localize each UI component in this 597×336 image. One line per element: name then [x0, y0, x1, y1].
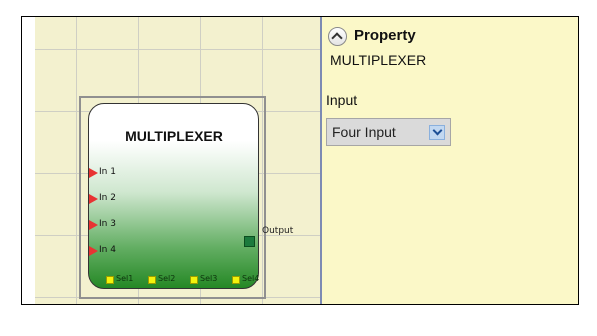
input-label-1: In 1 — [99, 167, 116, 177]
output-port-icon[interactable] — [244, 236, 255, 247]
selector-port-1-icon[interactable] — [106, 276, 114, 284]
property-header: Property — [354, 27, 416, 44]
selector-port-2-icon[interactable] — [148, 276, 156, 284]
input-port-2-icon[interactable] — [89, 194, 98, 204]
property-panel: Property MULTIPLEXER Input Four Input — [322, 17, 578, 304]
input-label-3: In 3 — [99, 219, 116, 229]
input-port-1-icon[interactable] — [89, 168, 98, 178]
input-port-4-icon[interactable] — [89, 246, 98, 256]
input-port-3-icon[interactable] — [89, 220, 98, 230]
chevron-down-icon[interactable] — [429, 125, 445, 140]
selector-port-4-icon[interactable] — [232, 276, 240, 284]
block-title: MULTIPLEXER — [125, 128, 223, 144]
selector-port-3-icon[interactable] — [190, 276, 198, 284]
input-label-2: In 2 — [99, 193, 116, 203]
selector-label-3: Sel3 — [200, 274, 218, 283]
input-count-select[interactable]: Four Input — [326, 118, 451, 146]
chevron-up-icon[interactable] — [328, 27, 347, 46]
output-label: Output — [262, 226, 294, 236]
selector-label-1: Sel1 — [116, 274, 134, 283]
input-count-value: Four Input — [332, 124, 396, 140]
selector-label-2: Sel2 — [158, 274, 176, 283]
input-label-4: In 4 — [99, 245, 116, 255]
selector-label-4: Sel4 — [242, 274, 260, 283]
selected-block-name: MULTIPLEXER — [330, 52, 427, 68]
input-label: Input — [326, 92, 358, 108]
